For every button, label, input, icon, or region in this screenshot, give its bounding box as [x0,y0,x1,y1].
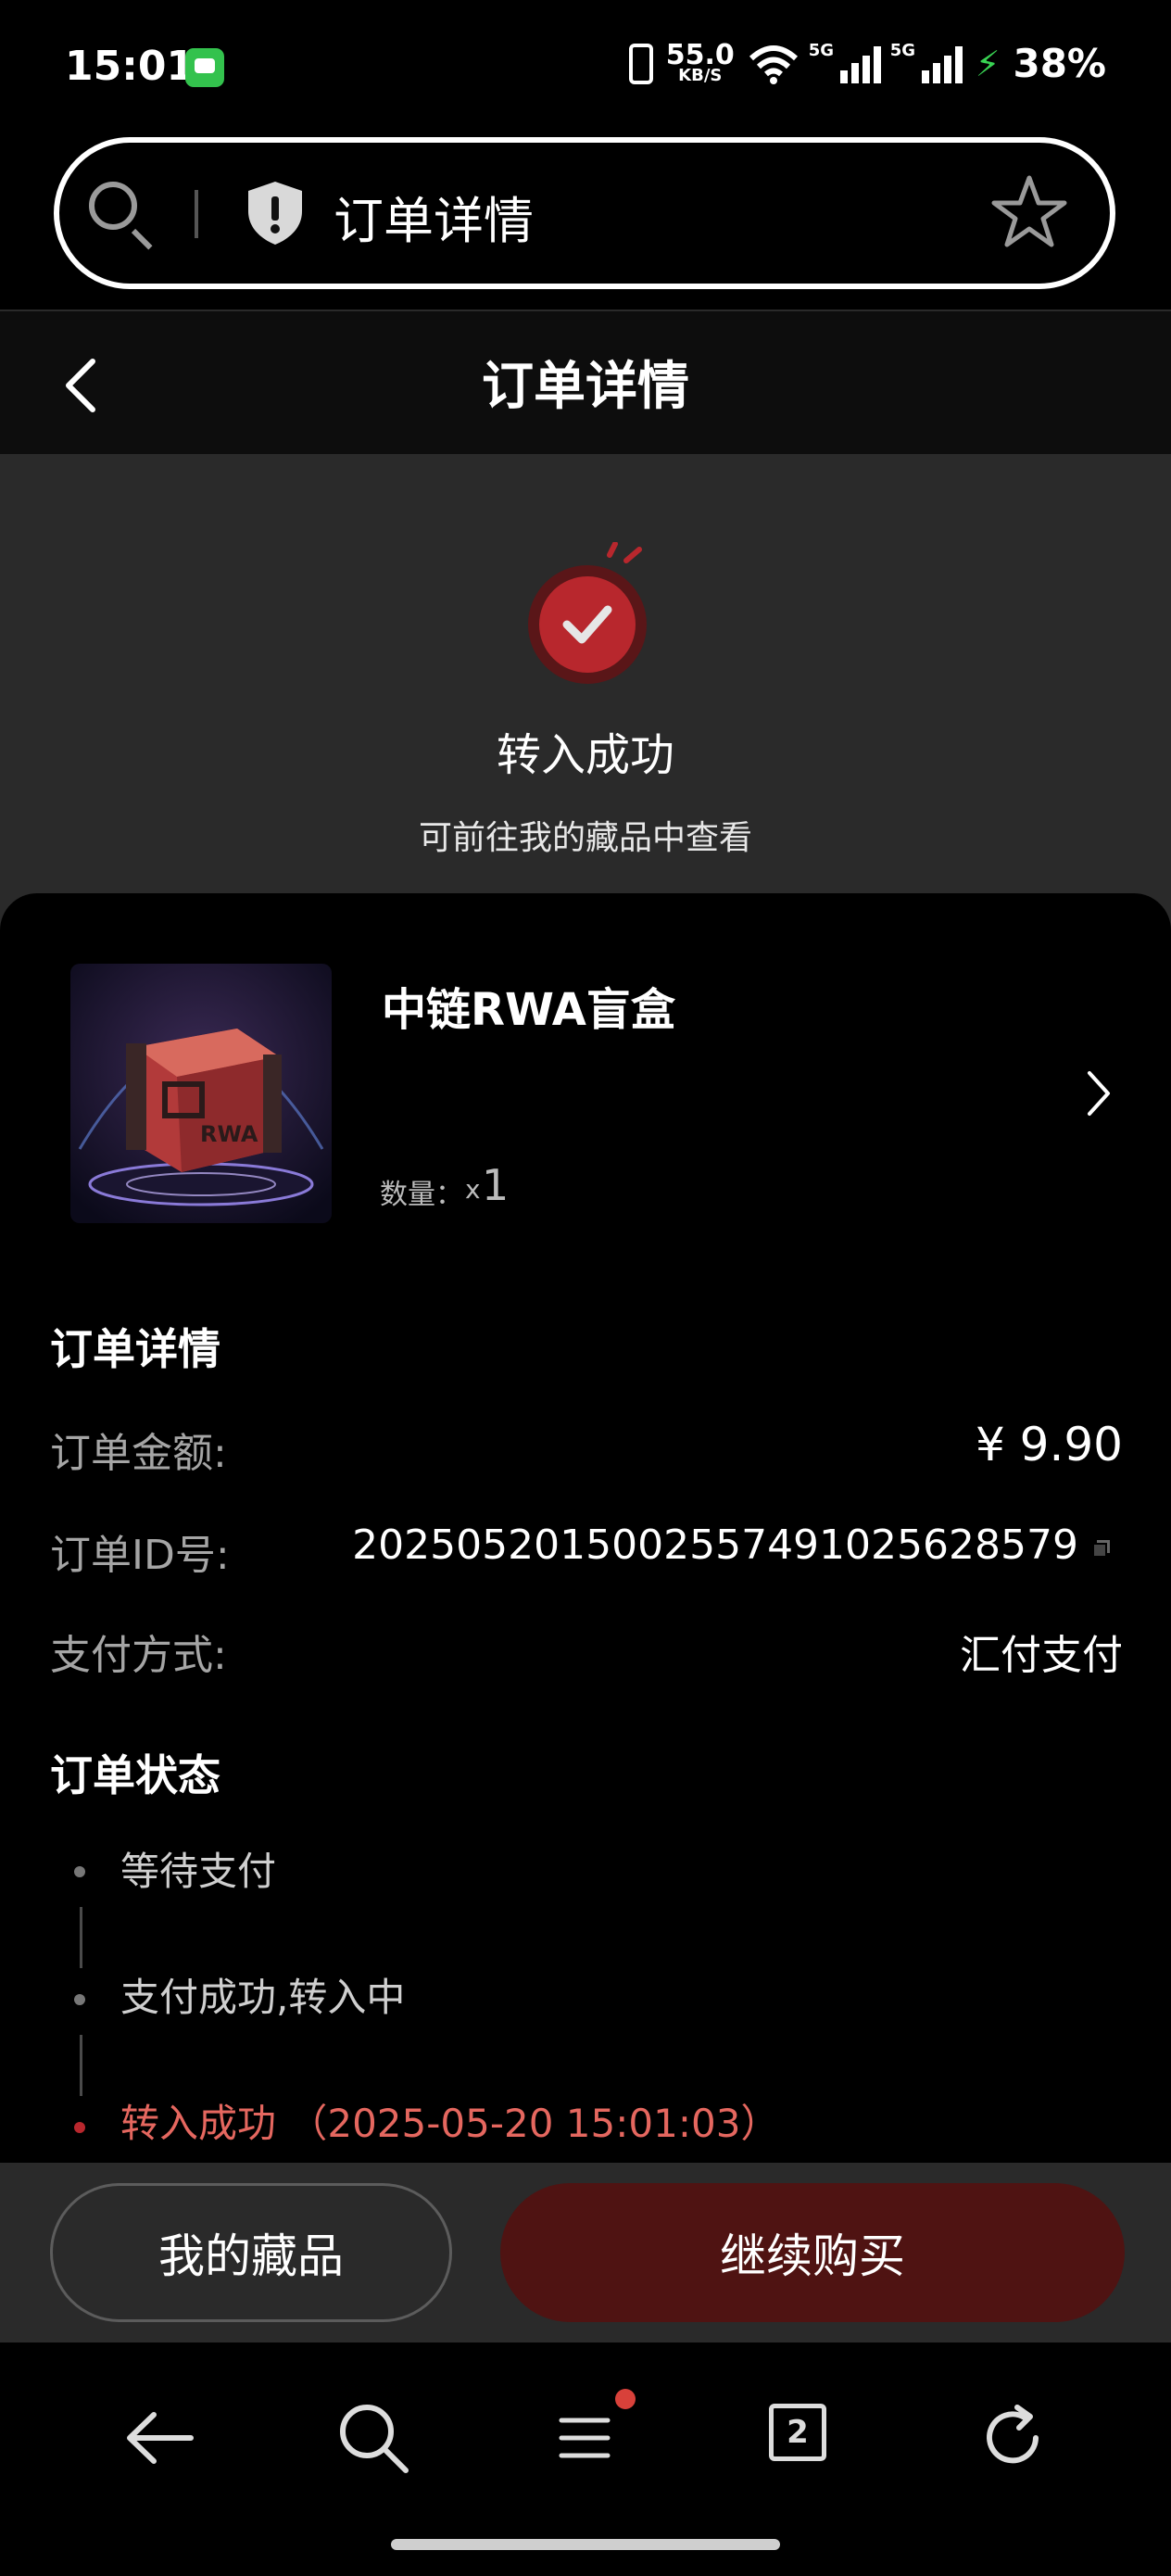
refresh-icon[interactable] [971,2396,1054,2480]
result-subtitle: 可前往我的藏品中查看 [418,819,752,857]
address-bar[interactable] [54,137,1115,289]
search-icon[interactable] [89,182,137,230]
quantity-label: 数量： [380,1179,463,1211]
signal-sim1-icon: 5G [809,41,881,83]
notification-dot [615,2389,636,2409]
payment-method-label: 支付方式: [50,1632,227,1679]
network-speed: 55.0 KB/S [665,38,735,85]
timeline-line [80,1907,82,1968]
tabs-button[interactable]: 2 [769,2404,826,2461]
success-check-icon [539,576,636,673]
timeline-dot-active [74,2122,85,2133]
timeline-step-success: 转入成功 （2025-05-20 15:01:03） [120,2101,780,2146]
message-notification-icon [185,48,224,87]
order-status-heading: 订单状态 [50,1750,220,1800]
bookmark-star-icon[interactable] [989,172,1069,252]
home-indicator[interactable] [391,2539,780,2550]
signal-sim2-icon: 5G [890,41,963,83]
timeline-dot [74,1866,85,1877]
order-id-value: 20250520150025574910256285​79 [352,1522,1078,1569]
address-text[interactable]: 订单详情 [334,180,534,253]
chevron-right-icon[interactable] [1084,1067,1114,1119]
payment-method-value: 汇付支付 [960,1632,1123,1679]
search-icon[interactable] [332,2396,415,2480]
menu-icon[interactable] [543,2396,626,2480]
result-title: 转入成功 [496,729,674,781]
address-bar-divider [195,190,198,238]
timeline-step-paid: 支付成功,转入中 [120,1975,406,2020]
timeline-dot [74,1994,85,2005]
order-details-heading: 订单详情 [50,1324,220,1374]
quantity-prefix: x [465,1174,481,1205]
back-icon[interactable] [119,2396,202,2480]
battery-level: 38% [1013,41,1106,86]
status-indicators: 55.0 KB/S 5G 5G ⚡ 38% [628,38,1106,86]
timeline-step-waiting: 等待支付 [120,1849,277,1894]
vibrate-icon [628,43,653,84]
charging-icon: ⚡ [975,43,1001,84]
page-title: 订单详情 [482,357,689,417]
my-collection-button[interactable]: 我的藏品 [50,2183,452,2322]
quantity-value: 1 [482,1160,510,1210]
status-time: 15:01 [65,43,195,90]
product-name[interactable]: 中链RWA盲盒 [382,973,675,1038]
svg-text:RWA: RWA [200,1121,258,1147]
order-amount-value: ¥ 9.90 [975,1418,1123,1471]
product-image[interactable]: RWA [70,964,332,1223]
result-banner [0,454,1171,936]
timeline-line [80,2035,82,2096]
continue-buy-button[interactable]: 继续购买 [500,2183,1125,2322]
order-amount-label: 订单金额: [50,1430,227,1477]
copy-icon[interactable] [1091,1538,1112,1559]
wifi-icon [749,44,798,84]
order-id-label: 订单ID号: [50,1532,230,1579]
shield-warning-icon[interactable] [245,180,306,246]
